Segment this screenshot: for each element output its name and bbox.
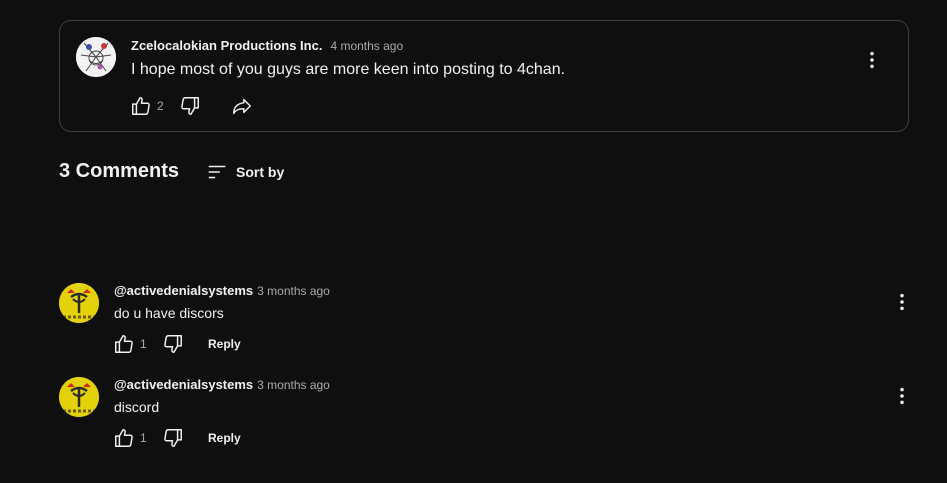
comment-meta: @activedenialsystems 3 months ago — [114, 377, 330, 392]
like-button[interactable] — [130, 95, 152, 117]
like-button[interactable] — [113, 333, 135, 355]
comment-thread: @activedenialsystems 3 months ago discor… — [59, 377, 909, 457]
post-author-name[interactable]: Zcelocalokian Productions Inc. — [131, 38, 322, 53]
commenter-avatar[interactable] — [59, 283, 99, 323]
sort-by-label: Sort by — [236, 164, 285, 180]
post-more-button[interactable] — [861, 49, 883, 71]
like-count: 2 — [157, 99, 164, 113]
dislike-button[interactable] — [179, 95, 201, 117]
comment-text: discord — [114, 399, 160, 415]
share-icon — [233, 98, 251, 115]
post-meta: Zcelocalokian Productions Inc. 4 months … — [131, 38, 403, 53]
comment-author-name[interactable]: @activedenialsystems — [114, 283, 253, 298]
post-text: I hope most of you guys are more keen in… — [131, 61, 566, 78]
comment-author-name[interactable]: @activedenialsystems — [114, 377, 253, 392]
comment-text: do u have discors — [114, 305, 224, 321]
post-author-avatar[interactable] — [76, 37, 116, 77]
sort-by-button[interactable]: Sort by — [206, 161, 284, 183]
comment-thread: @activedenialsystems 3 months ago do u h… — [59, 283, 909, 363]
comment-actions: 1 Reply — [113, 333, 241, 355]
comment-timestamp[interactable]: 3 months ago — [257, 378, 330, 392]
thumbs-down-icon — [181, 97, 199, 115]
reply-button[interactable]: Reply — [208, 431, 241, 445]
comment-more-button[interactable] — [891, 385, 913, 407]
more-vert-icon — [870, 51, 874, 69]
dislike-button[interactable] — [162, 427, 184, 449]
comment-timestamp[interactable]: 3 months ago — [257, 284, 330, 298]
like-count: 1 — [140, 337, 147, 351]
comments-section: Zcelocalokian Productions Inc. 4 months … — [0, 0, 947, 483]
thumbs-up-icon — [132, 97, 150, 115]
post-timestamp[interactable]: 4 months ago — [330, 39, 403, 53]
like-count: 1 — [140, 431, 147, 445]
sort-icon — [208, 165, 226, 179]
thumbs-down-icon — [164, 335, 182, 353]
comments-count: 3 Comments — [59, 160, 180, 182]
more-vert-icon — [900, 387, 904, 405]
comment-actions: 1 Reply — [113, 427, 241, 449]
more-vert-icon — [900, 293, 904, 311]
share-button[interactable] — [231, 95, 253, 117]
comment-more-button[interactable] — [891, 291, 913, 313]
post-actions: 2 — [130, 95, 253, 117]
reply-button[interactable]: Reply — [208, 337, 241, 351]
like-button[interactable] — [113, 427, 135, 449]
comments-header: 3 Comments Sort by — [59, 160, 284, 183]
thumbs-up-icon — [115, 429, 133, 447]
post-card: Zcelocalokian Productions Inc. 4 months … — [59, 20, 909, 132]
dislike-button[interactable] — [162, 333, 184, 355]
thumbs-down-icon — [164, 429, 182, 447]
commenter-avatar[interactable] — [59, 377, 99, 417]
comment-meta: @activedenialsystems 3 months ago — [114, 283, 330, 298]
thumbs-up-icon — [115, 335, 133, 353]
